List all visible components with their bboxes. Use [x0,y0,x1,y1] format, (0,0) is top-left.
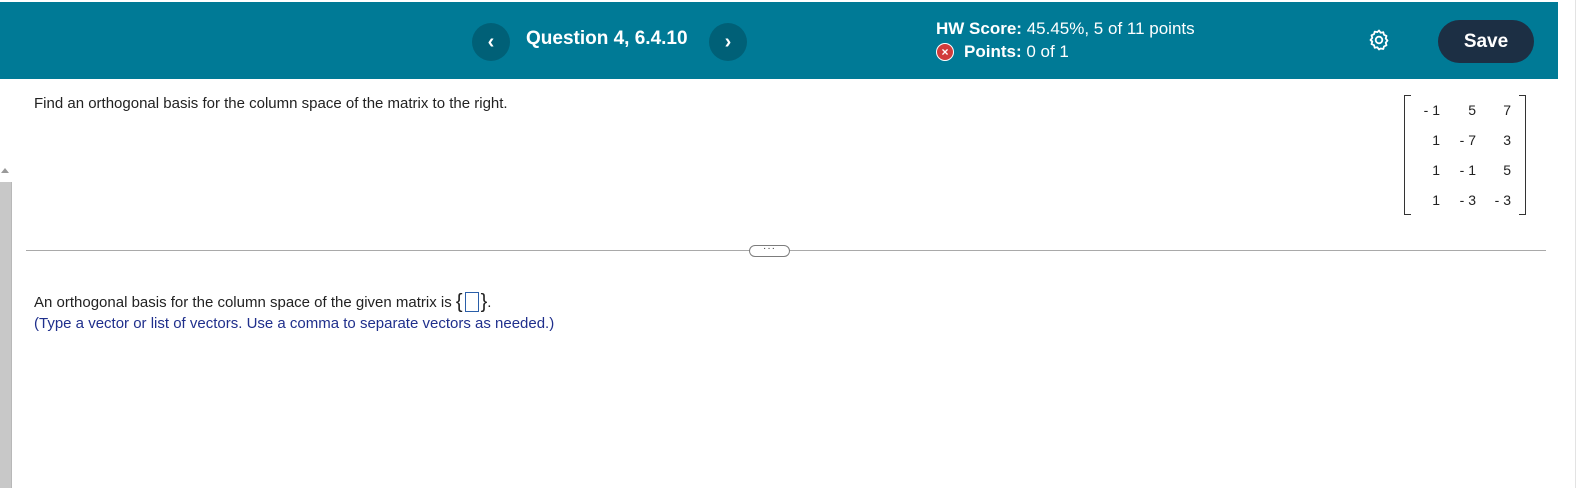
matrix-cell: - 3 [1459,192,1476,208]
matrix-cell: 5 [1503,162,1511,178]
open-brace: { [455,291,463,313]
matrix: - 1 5 7 1 - 7 3 1 - 1 5 1 - 3 - 3 [1404,95,1526,215]
points-label: Points: [964,42,1022,61]
answer-period: . [487,293,492,311]
matrix-cell: - 7 [1459,132,1476,148]
points-value: 0 of 1 [1026,42,1069,61]
question-prompt: Find an orthogonal basis for the column … [34,95,508,112]
matrix-cell: - 3 [1494,192,1511,208]
matrix-row: 1 - 7 3 [1412,132,1518,156]
hw-score-value: 45.45%, 5 of 11 points [1026,19,1195,38]
question-title[interactable]: Question 4, 6.4.10 [526,28,688,50]
points: × Points: 0 of 1 [936,42,1069,62]
previous-question-button[interactable]: ‹ [472,23,510,61]
matrix-cell: 1 [1432,132,1440,148]
left-scrollbar[interactable] [0,182,12,488]
matrix-cell: 7 [1503,102,1511,118]
matrix-cell: - 1 [1423,102,1440,118]
answer-input[interactable] [464,292,479,312]
matrix-row: 1 - 3 - 3 [1412,192,1518,216]
matrix-cell: 3 [1503,132,1511,148]
scroll-up-arrow-icon[interactable] [1,168,9,173]
gear-icon[interactable] [1367,28,1391,52]
matrix-row: 1 - 1 5 [1412,162,1518,186]
matrix-cell: 1 [1432,162,1440,178]
right-edge [1575,0,1584,488]
matrix-right-bracket [1519,95,1526,215]
hw-score-label: HW Score: [936,19,1022,38]
matrix-cell: 1 [1432,192,1440,208]
answer-text: An orthogonal basis for the column space… [34,293,452,311]
close-brace: } [480,291,488,313]
chevron-right-icon: › [724,30,732,53]
save-button[interactable]: Save [1438,20,1534,63]
matrix-row: - 1 5 7 [1412,102,1518,126]
incorrect-x-icon: × [936,43,954,61]
matrix-cell: 5 [1468,102,1476,118]
answer-hint: (Type a vector or list of vectors. Use a… [34,315,555,332]
matrix-cell: - 1 [1459,162,1476,178]
next-question-button[interactable]: › [709,23,747,61]
answer-line: An orthogonal basis for the column space… [34,292,491,312]
hw-score: HW Score: 45.45%, 5 of 11 points [936,19,1195,39]
divider-handle[interactable]: ··· [749,244,790,257]
header-bar: ‹ Question 4, 6.4.10 › HW Score: 45.45%,… [0,2,1558,79]
chevron-left-icon: ‹ [487,30,495,53]
